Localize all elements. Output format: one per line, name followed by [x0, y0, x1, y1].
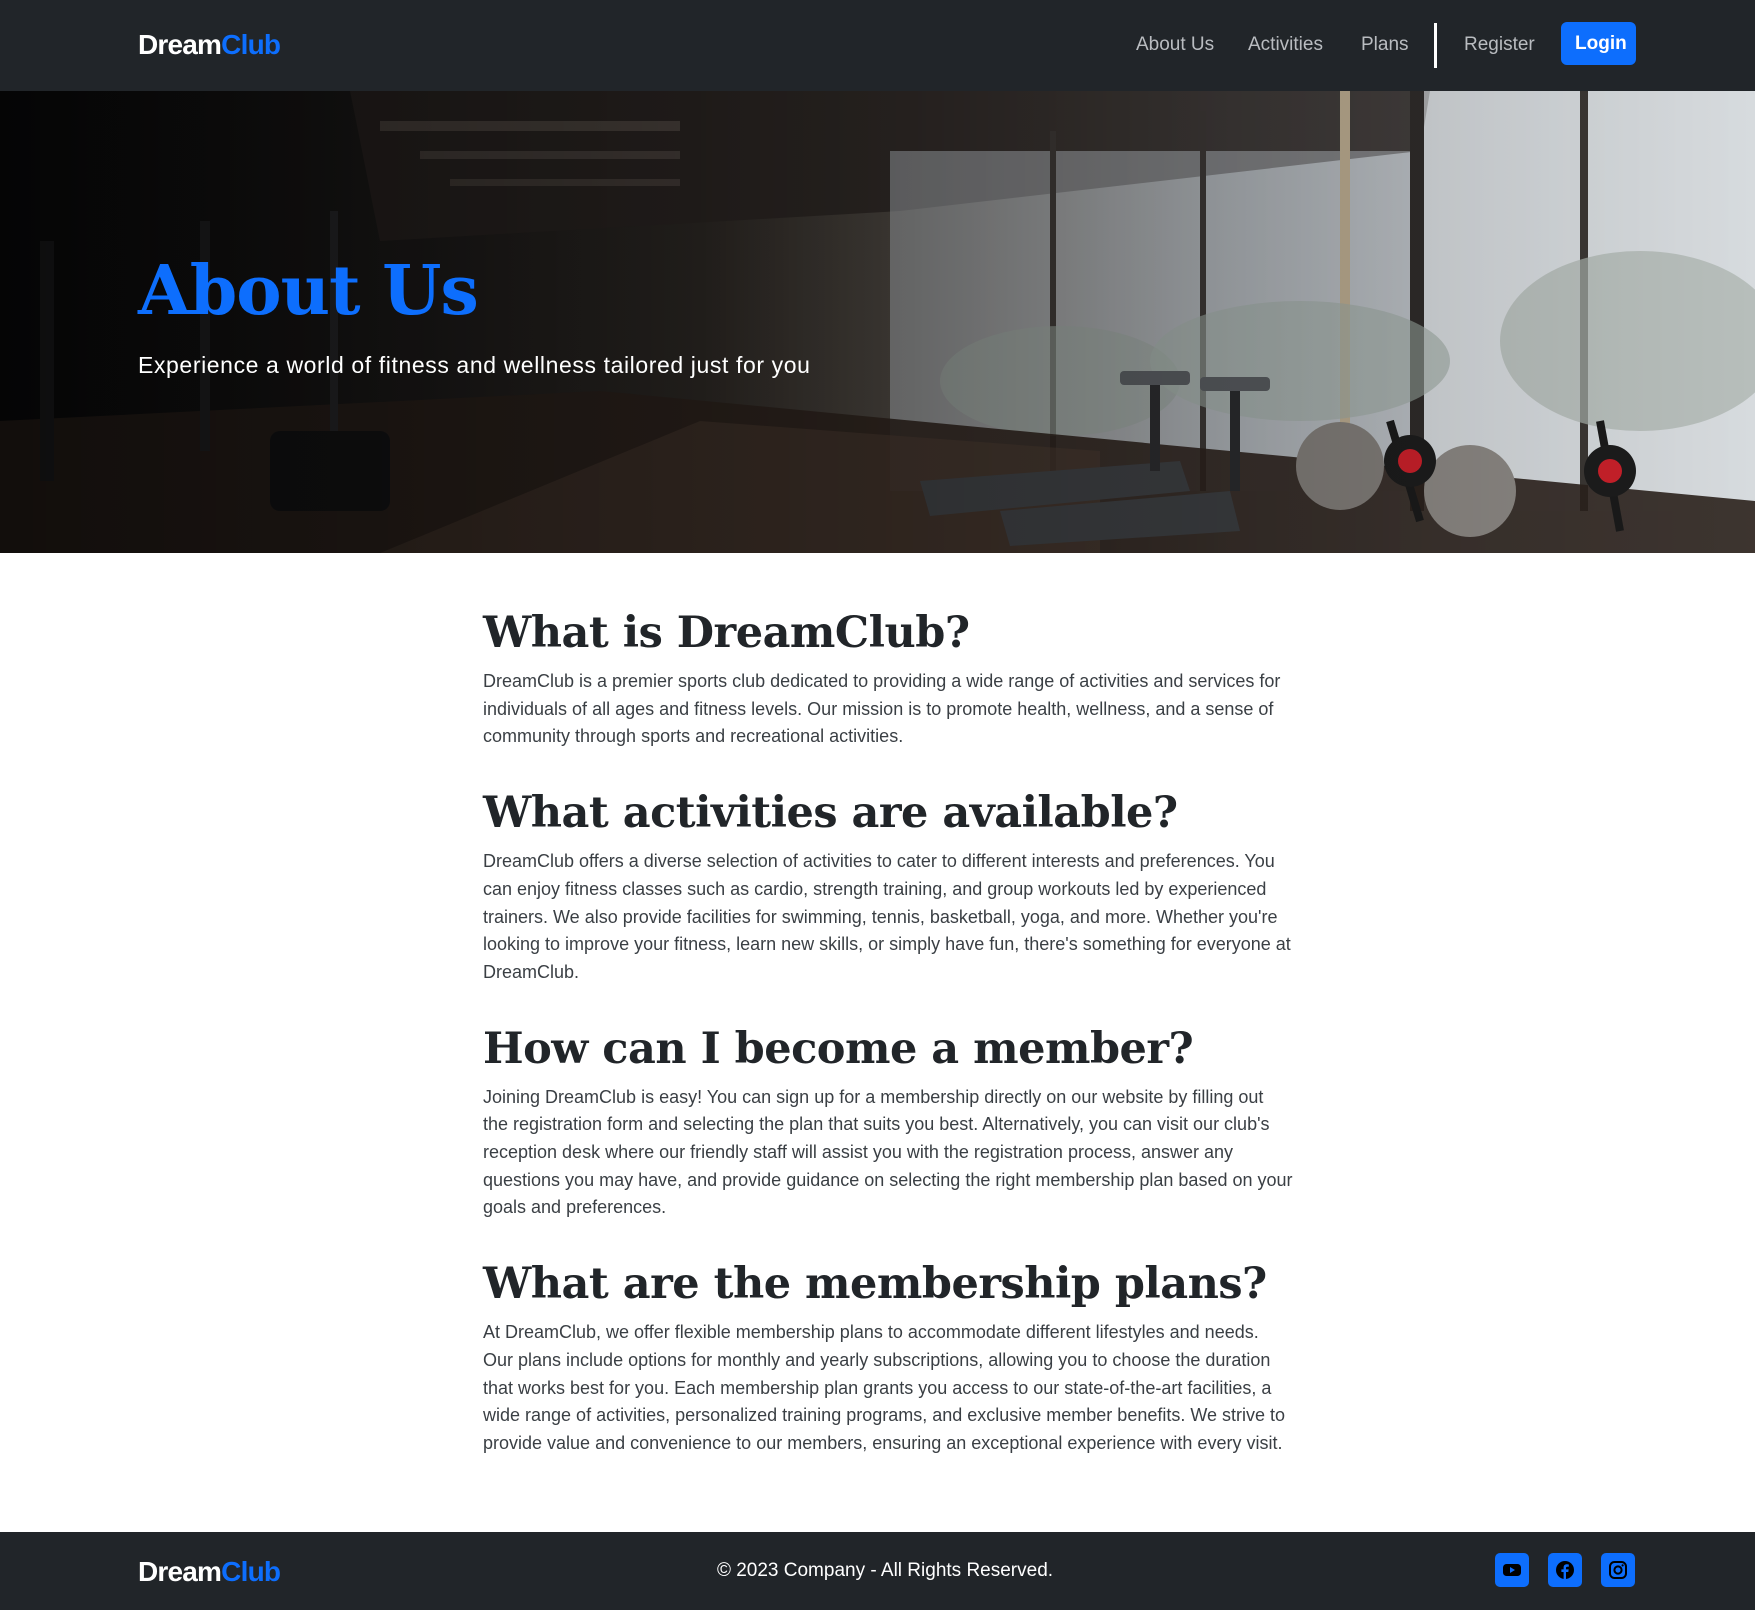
login-button[interactable]: Login	[1561, 22, 1636, 65]
facebook-link[interactable]	[1548, 1553, 1582, 1587]
section-body: DreamClub is a premier sports club dedic…	[483, 671, 1281, 747]
youtube-icon	[1503, 1564, 1521, 1576]
faq-section-membership: How can I become a member? Joining Dream…	[483, 1024, 1293, 1223]
nav-link-plans[interactable]: Plans	[1361, 34, 1409, 56]
hero-banner: About Us Experience a world of fitness a…	[0, 91, 1755, 553]
nav-links: About Us Activities Plans Register Login	[0, 0, 1755, 91]
facebook-icon	[1556, 1561, 1574, 1579]
nav-link-register[interactable]: Register	[1464, 34, 1535, 56]
section-heading: What are the membership plans?	[483, 1259, 1267, 1310]
faq-section-what-is: What is DreamClub? DreamClub is a premie…	[483, 608, 1293, 751]
youtube-link[interactable]	[1495, 1553, 1529, 1587]
instagram-icon	[1609, 1561, 1627, 1579]
navbar: DreamClub About Us Activities Plans Regi…	[0, 0, 1755, 91]
nav-link-activities[interactable]: Activities	[1248, 34, 1323, 56]
section-heading: What is DreamClub?	[483, 608, 970, 658]
section-heading: How can I become a member?	[483, 1023, 1194, 1074]
instagram-link[interactable]	[1601, 1553, 1635, 1587]
hero-title: About Us	[138, 251, 479, 331]
nav-link-about-us[interactable]: About Us	[1136, 34, 1214, 56]
nav-divider	[1434, 23, 1437, 68]
section-body: At DreamClub, we offer flexible membersh…	[483, 1322, 1286, 1453]
about-content: What is DreamClub? DreamClub is a premie…	[483, 608, 1293, 1495]
copyright-text: © 2023 Company - All Rights Reserved.	[716, 1560, 1054, 1581]
faq-section-plans: What are the membership plans? At DreamC…	[483, 1259, 1293, 1458]
section-heading: What activities are available?	[483, 788, 1178, 839]
faq-section-activities: What activities are available? DreamClub…	[483, 788, 1293, 987]
hero-subtitle: Experience a world of fitness and wellne…	[138, 352, 811, 378]
section-body: Joining DreamClub is easy! You can sign …	[483, 1086, 1293, 1218]
footer: DreamClub © 2023 Company - All Rights Re…	[0, 1532, 1755, 1610]
section-body: DreamClub offers a diverse selection of …	[483, 851, 1291, 982]
